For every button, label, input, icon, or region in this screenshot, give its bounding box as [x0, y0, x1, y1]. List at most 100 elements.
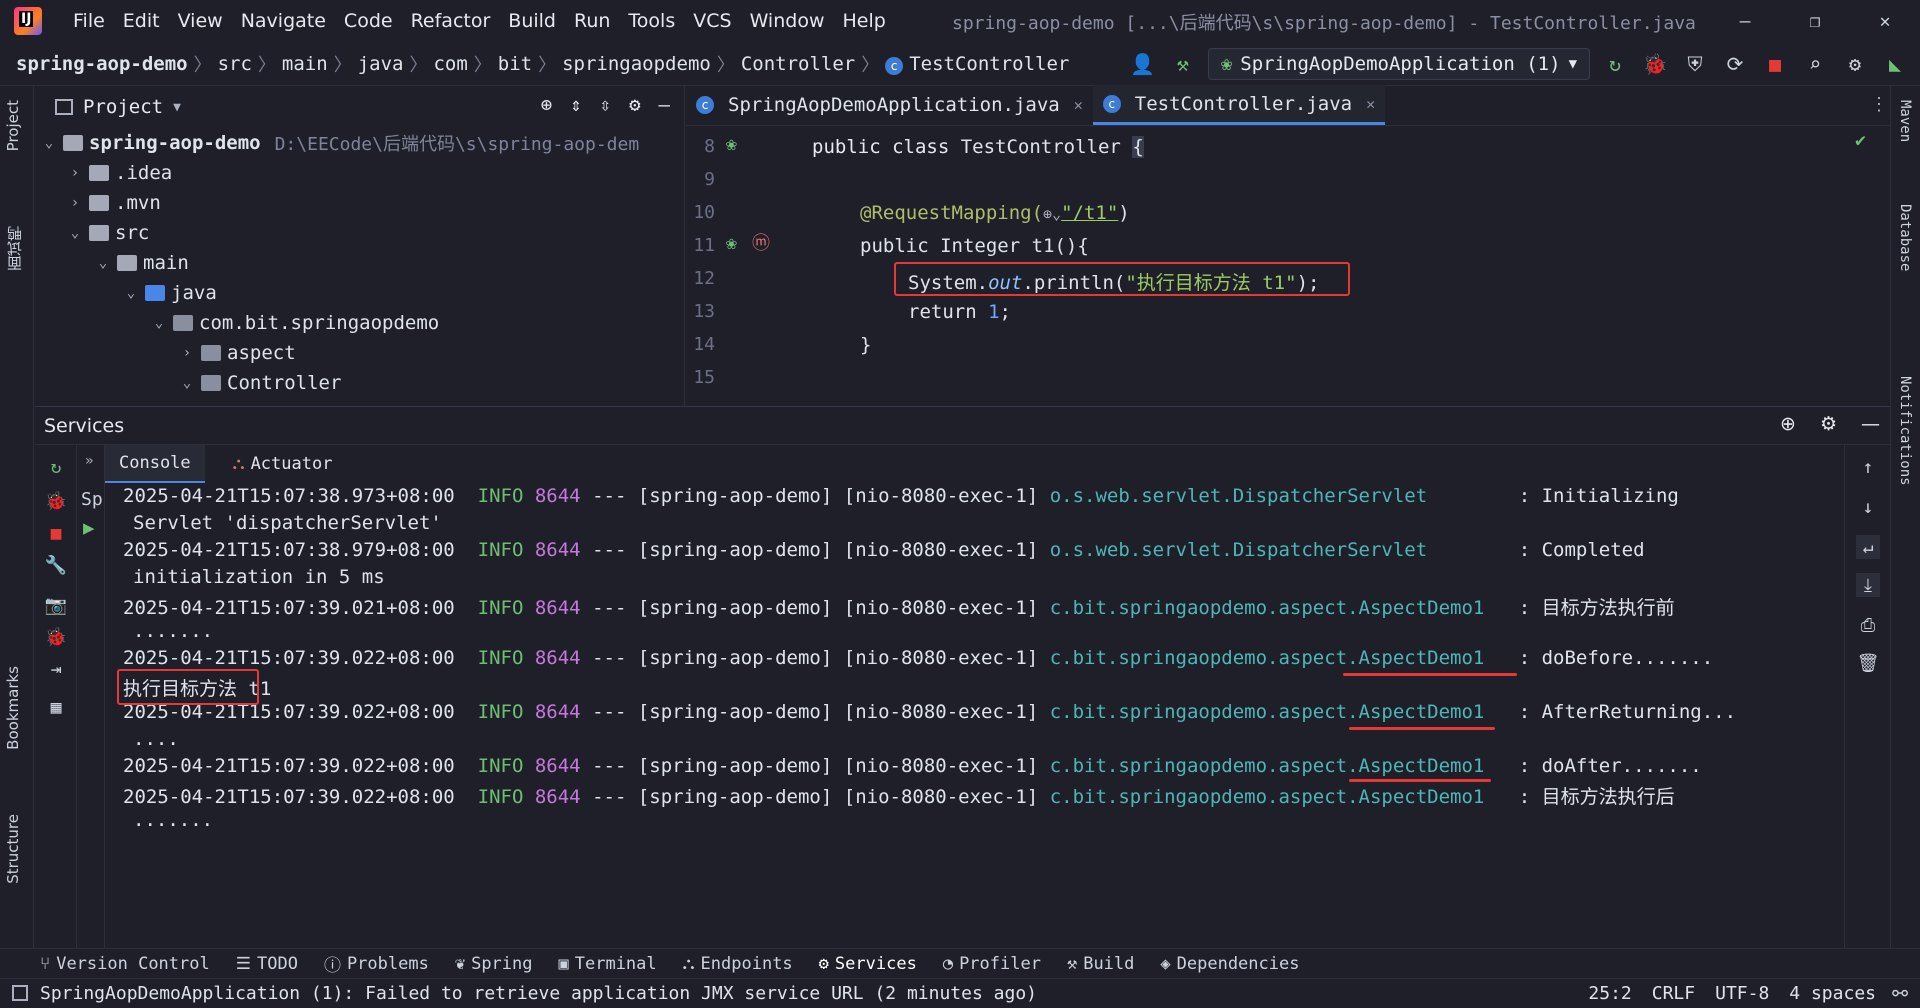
tab-dependencies[interactable]: ◈ Dependencies [1160, 954, 1299, 974]
login-icon[interactable]: ⇥ [44, 657, 68, 681]
plugin-icon[interactable]: ◣ [1880, 49, 1910, 79]
collapse-all-icon[interactable]: ⇳ [600, 94, 611, 116]
soft-wrap-icon[interactable]: ↵ [1856, 535, 1880, 559]
tree-item-root[interactable]: ⌄ spring-aop-demo D:\EECode\后端代码\s\sprin… [35, 128, 684, 158]
menu-file[interactable]: File [64, 10, 114, 32]
rerun-icon[interactable]: ↻ [1600, 49, 1630, 79]
bookmarks-tool-tab[interactable]: Bookmarks [4, 666, 22, 750]
breadcrumb-main[interactable]: main [278, 53, 332, 75]
services-tree-item[interactable]: Sp [81, 489, 103, 510]
console-output[interactable]: 2025-04-21T15:07:38.973+08:00 INFO 8644 … [105, 483, 1844, 949]
expand-icon[interactable]: » [85, 453, 93, 469]
tree-item-aspect[interactable]: › aspect [35, 338, 684, 368]
menu-run[interactable]: Run [565, 10, 619, 32]
maven-tool-tab[interactable]: Maven [1897, 100, 1913, 142]
readonly-lock-icon[interactable]: ⚯ [1892, 983, 1908, 1005]
hide-icon[interactable]: — [1861, 413, 1880, 435]
tab-todo[interactable]: ☰ TODO [236, 954, 298, 974]
breadcrumb-controller[interactable]: Controller [737, 53, 859, 75]
more-tabs-icon[interactable]: ⋮ [1870, 94, 1888, 115]
tree-item-package[interactable]: ⌄ com.bit.springaopdemo [35, 308, 684, 338]
spring-bean-gutter-icon[interactable]: ❀ [726, 134, 737, 155]
arrow-down-icon[interactable]: ↓ [1856, 495, 1880, 519]
line-separator[interactable]: CRLF [1652, 983, 1695, 1004]
search-icon[interactable]: ⌕ [1800, 49, 1830, 79]
menu-code[interactable]: Code [335, 10, 402, 32]
menu-window[interactable]: Window [741, 10, 834, 32]
breadcrumb-src[interactable]: src [214, 53, 256, 75]
tree-item-java[interactable]: ⌄ java [35, 278, 684, 308]
chevron-down-icon[interactable]: ▼ [173, 100, 181, 115]
bug-settings-icon[interactable]: 🐞 [44, 625, 68, 649]
menu-tools[interactable]: Tools [619, 10, 684, 32]
menu-edit[interactable]: Edit [114, 10, 169, 32]
add-service-icon[interactable]: ⊕ [1780, 413, 1796, 435]
restore-icon[interactable]: ❐ [1780, 0, 1850, 42]
minimize-icon[interactable]: — [1710, 0, 1780, 42]
scroll-to-end-icon[interactable]: ⤓ [1856, 573, 1880, 597]
gear-icon[interactable]: ⚙ [629, 94, 640, 116]
gear-icon[interactable]: ⚙ [1820, 413, 1837, 435]
notifications-tool-tab[interactable]: Notifications [1897, 376, 1913, 486]
breadcrumb-com[interactable]: com [429, 53, 471, 75]
trash-icon[interactable]: 🗑 [1856, 651, 1880, 675]
menu-view[interactable]: View [169, 10, 232, 32]
tab-testcontroller[interactable]: c TestController.java ✕ [1092, 85, 1386, 125]
globe-icon[interactable]: ⊕⌄ [1043, 205, 1061, 223]
menu-help[interactable]: Help [833, 10, 894, 32]
spring-bean-gutter-icon[interactable]: ❀ [726, 233, 737, 254]
chevron-down-icon[interactable]: ⌄ [177, 375, 197, 391]
stop-icon[interactable]: ■ [1760, 49, 1790, 79]
tab-spring[interactable]: ❦ Spring [455, 954, 533, 974]
tab-actuator[interactable]: ⛬ Actuator [219, 445, 347, 483]
rerun-icon[interactable]: ↻ [44, 455, 68, 479]
menu-refactor[interactable]: Refactor [402, 10, 500, 32]
breadcrumb-springaopdemo[interactable]: springaopdemo [558, 53, 715, 75]
debug-icon[interactable]: 🐞 [44, 489, 68, 513]
tree-item-src[interactable]: ⌄ src [35, 218, 684, 248]
chevron-right-icon[interactable]: › [177, 345, 197, 361]
tab-terminal[interactable]: ▣ Terminal [559, 954, 657, 974]
tree-item-mvn[interactable]: › .mvn [35, 188, 684, 218]
close-tab-icon[interactable]: ✕ [1074, 96, 1083, 114]
layout-icon[interactable]: ▦ [44, 695, 68, 719]
tab-endpoints[interactable]: ⛬ Endpoints [683, 954, 793, 974]
build-hammer-icon[interactable]: ⚒ [1168, 49, 1198, 79]
breadcrumb-testcontroller[interactable]: c TestController [881, 53, 1073, 75]
run-icon[interactable]: ▶ [83, 517, 94, 539]
gear-icon[interactable]: ⚙ [1840, 49, 1870, 79]
chevron-right-icon[interactable]: › [65, 195, 85, 211]
project-panel-title[interactable]: Project [83, 96, 163, 118]
tree-item-controller[interactable]: ⌄ Controller [35, 368, 684, 398]
structure-tool-tab[interactable]: Structure [4, 814, 22, 884]
stop-icon[interactable]: ■ [44, 521, 68, 545]
locate-icon[interactable]: ⊕ [541, 94, 552, 116]
profiler-icon[interactable]: ⟳ [1720, 49, 1750, 79]
tab-springaopdemoapplication[interactable]: c SpringAopDemoApplication.java ✕ [686, 85, 1093, 125]
breadcrumb-bit[interactable]: bit [494, 53, 536, 75]
status-message[interactable]: SpringAopDemoApplication (1): Failed to … [40, 983, 1037, 1004]
chevron-down-icon[interactable]: ⌄ [65, 225, 85, 241]
chevron-down-icon[interactable]: ⌄ [121, 285, 141, 301]
tab-console[interactable]: Console [105, 445, 205, 483]
database-tool-tab[interactable]: Database [1897, 204, 1913, 271]
run-configuration-select[interactable]: ❀ SpringAopDemoApplication (1) ▼ [1207, 48, 1590, 80]
print-icon[interactable]: ⎙ [1856, 613, 1880, 637]
tree-item-main[interactable]: ⌄ main [35, 248, 684, 278]
indent-setting[interactable]: 4 spaces [1789, 983, 1876, 1004]
project-tool-tab[interactable]: Project [4, 100, 22, 151]
wrench-icon[interactable]: 🔧 [44, 553, 68, 577]
chevron-right-icon[interactable]: › [65, 165, 85, 181]
status-toggle-icon[interactable] [12, 985, 28, 1001]
coverage-icon[interactable]: ⛨ [1680, 49, 1710, 79]
expand-all-icon[interactable]: ⇕ [570, 94, 581, 116]
menu-navigate[interactable]: Navigate [232, 10, 335, 32]
tab-problems[interactable]: ⓘ Problems [324, 951, 429, 977]
close-tab-icon[interactable]: ✕ [1366, 95, 1375, 113]
aspect-gutter-icon[interactable]: ⓜ [752, 229, 770, 255]
arrow-up-icon[interactable]: ↑ [1856, 455, 1880, 479]
breadcrumb-project[interactable]: spring-aop-demo [0, 53, 192, 75]
file-encoding[interactable]: UTF-8 [1715, 983, 1769, 1004]
caret-position[interactable]: 25:2 [1588, 983, 1631, 1004]
tab-version-control[interactable]: ⑂ Version Control [40, 954, 210, 974]
